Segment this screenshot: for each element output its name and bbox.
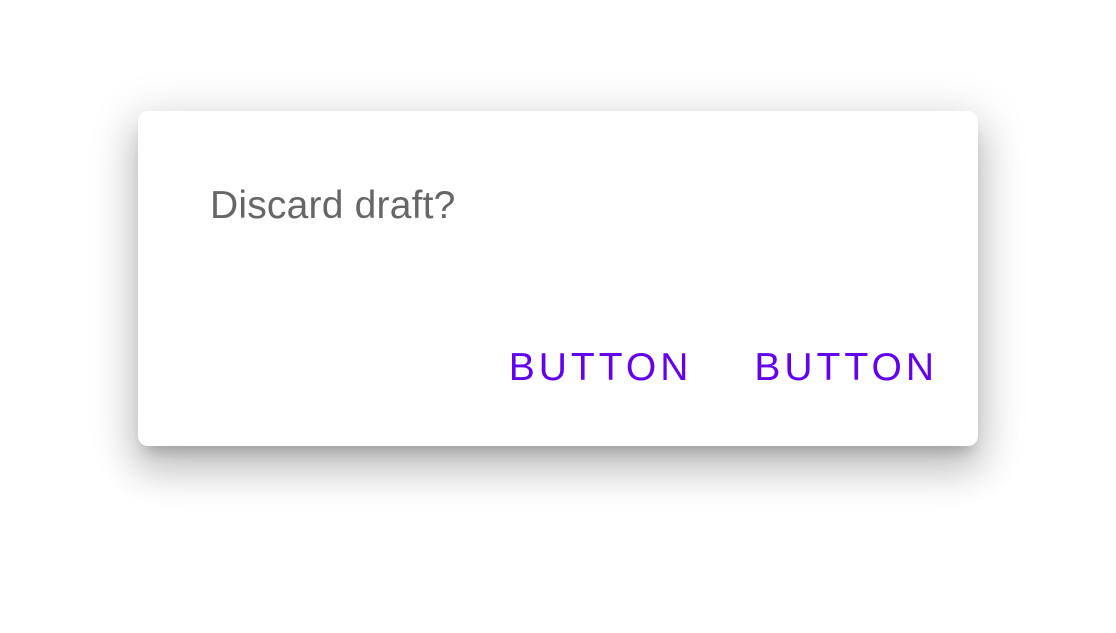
dialog-action-button-1[interactable]: BUTTON [509, 343, 693, 393]
page-background: Discard draft? BUTTON BUTTON [0, 0, 1116, 633]
dialog-actions: BUTTON BUTTON [509, 343, 938, 393]
dialog-message: Discard draft? [210, 184, 456, 227]
dialog-action-button-2[interactable]: BUTTON [754, 343, 938, 393]
discard-draft-dialog: Discard draft? BUTTON BUTTON [138, 111, 978, 446]
